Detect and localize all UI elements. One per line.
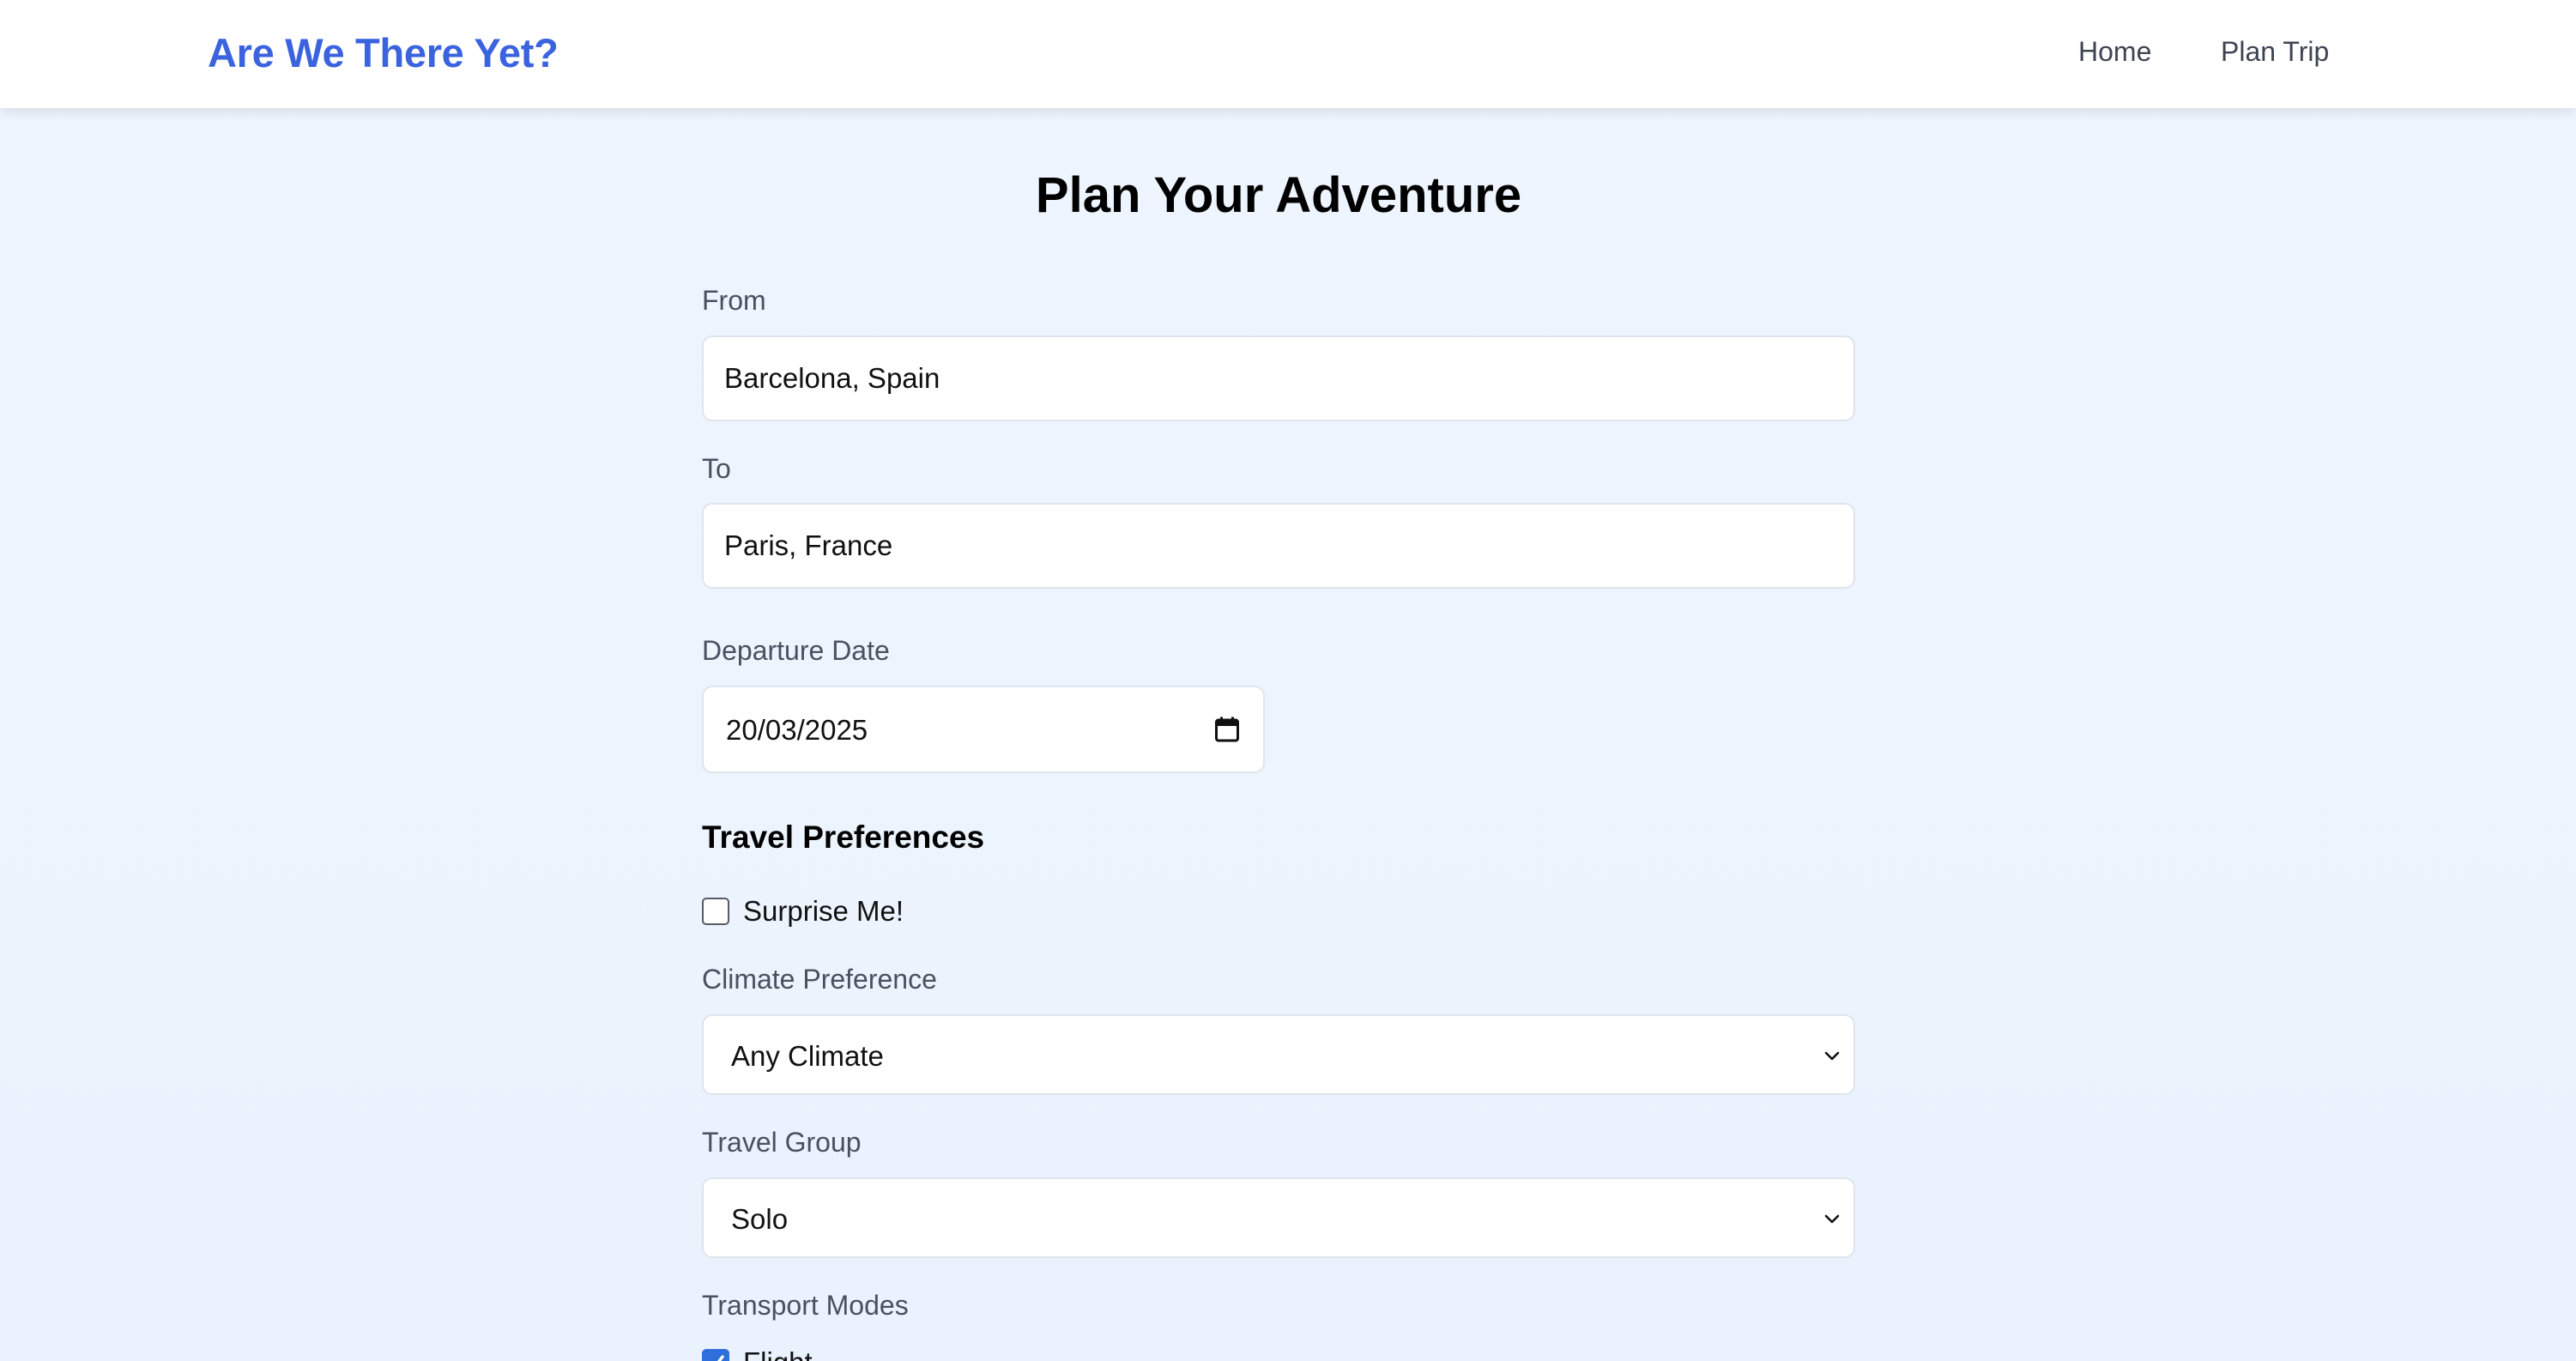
from-input[interactable] — [702, 336, 1855, 421]
page-title: Plan Your Adventure — [1035, 167, 1522, 223]
travel-preferences-heading: Travel Preferences — [702, 820, 985, 855]
to-label: To — [702, 453, 731, 484]
brand-logo-link[interactable]: Are We There Yet? — [208, 29, 559, 76]
chevron-down-icon — [1824, 1051, 1840, 1061]
travel-group-select[interactable]: Solo — [702, 1177, 1855, 1258]
trip-planner-form: Plan Your Adventure From To Departure Da… — [0, 108, 2576, 1361]
nav-link-home[interactable]: Home — [2078, 36, 2151, 68]
climate-preference-select[interactable]: Any Climate — [702, 1014, 1855, 1095]
travel-group-value: Solo — [731, 1203, 789, 1235]
to-input[interactable] — [702, 503, 1855, 589]
calendar-icon[interactable] — [1215, 717, 1239, 742]
departure-date-label: Departure Date — [702, 635, 890, 666]
climate-preference-label: Climate Preference — [702, 964, 937, 995]
travel-group-label: Travel Group — [702, 1127, 862, 1158]
checkmark-icon — [717, 1355, 724, 1361]
transport-modes-label: Transport Modes — [702, 1290, 909, 1321]
chevron-down-icon — [1824, 1214, 1840, 1224]
from-label: From — [702, 285, 766, 316]
nav-link-plan-trip[interactable]: Plan Trip — [2221, 36, 2329, 68]
flight-checkbox[interactable] — [702, 1349, 729, 1361]
surprise-me-checkbox[interactable] — [702, 898, 729, 925]
surprise-me-option[interactable]: Surprise Me! — [702, 894, 904, 929]
surprise-me-label: Surprise Me! — [743, 895, 904, 927]
departure-date-input[interactable]: 20/03/2025 — [702, 686, 1265, 773]
transport-option-flight[interactable]: Flight — [702, 1346, 813, 1361]
top-navbar: Are We There Yet? Home Plan Trip — [0, 0, 2576, 108]
departure-date-value: 20/03/2025 — [726, 714, 868, 746]
flight-label: Flight — [743, 1346, 813, 1361]
climate-preference-value: Any Climate — [731, 1040, 884, 1072]
